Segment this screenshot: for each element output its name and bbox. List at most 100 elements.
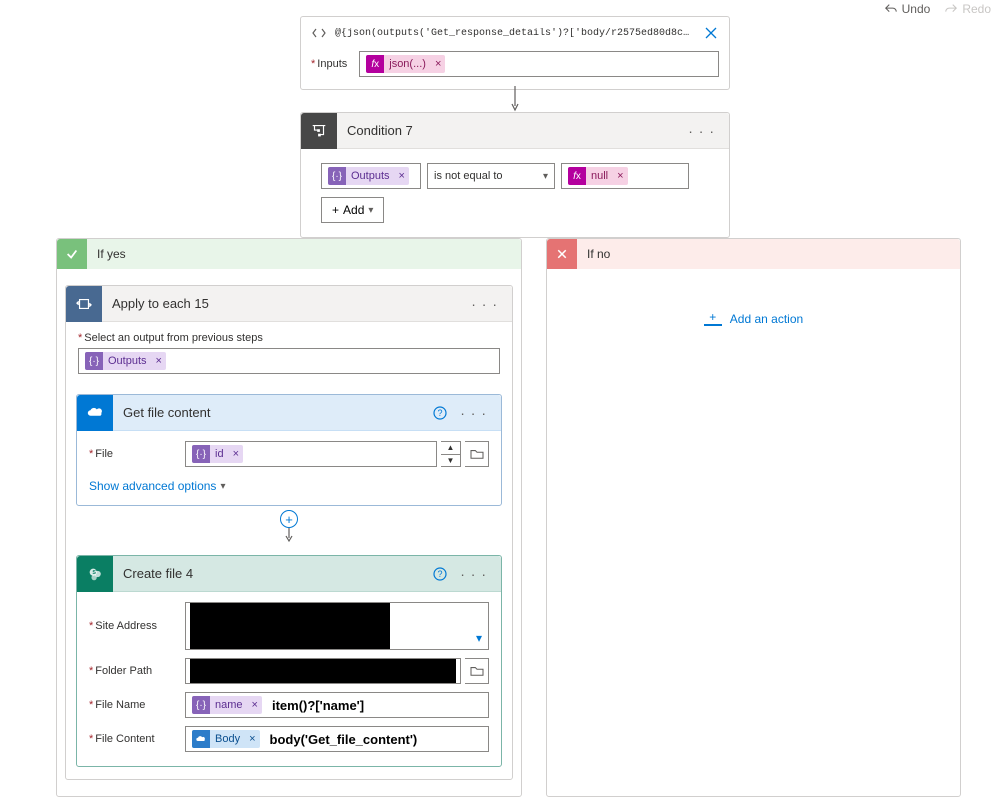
condition-title: Condition 7 <box>347 123 684 138</box>
expression-text: @{json(outputs('Get_response_details')?[… <box>335 28 695 39</box>
site-address-label: *Site Address <box>89 620 175 632</box>
inputs-label: *Inputs <box>311 58 347 70</box>
redo-icon <box>944 2 958 16</box>
folder-picker-icon[interactable] <box>465 658 489 684</box>
token-remove-icon[interactable]: × <box>248 699 262 711</box>
condition-card: Condition 7 · · · {·} Outputs × is not e… <box>300 112 730 238</box>
help-icon[interactable]: ? <box>432 566 448 582</box>
add-action-icon <box>704 312 722 326</box>
close-icon <box>547 239 577 269</box>
check-icon <box>57 239 87 269</box>
add-action-button[interactable]: Add an action <box>704 312 803 326</box>
dynamic-content-icon: {·} <box>192 696 210 714</box>
fx-icon: fx <box>568 167 586 185</box>
add-action-label: Add an action <box>730 312 803 326</box>
chevron-down-icon[interactable]: ▾ <box>476 631 482 645</box>
apply-menu[interactable]: · · · <box>467 296 502 312</box>
create-file-menu[interactable]: · · · <box>456 566 491 582</box>
onedrive-icon <box>192 730 210 748</box>
show-advanced-toggle[interactable]: Show advanced options ▾ <box>89 479 225 499</box>
code-icon <box>311 25 327 41</box>
undo-label: Undo <box>902 2 931 16</box>
connector-arrow-icon <box>286 528 292 545</box>
get-file-title: Get file content <box>123 405 432 420</box>
close-expression-icon[interactable] <box>703 25 719 41</box>
if-no-label: If no <box>587 247 610 261</box>
apply-select-label: *Select an output from previous steps <box>78 332 500 344</box>
condition-header[interactable]: Condition 7 · · · <box>301 113 729 149</box>
plus-icon: + <box>332 203 339 217</box>
file-input[interactable]: {·} id × <box>185 441 437 467</box>
token-remove-icon[interactable]: × <box>229 448 243 460</box>
help-icon[interactable]: ? <box>432 405 448 421</box>
apply-title: Apply to each 15 <box>112 296 467 311</box>
fx-json-token[interactable]: fx json(...) × <box>366 55 445 73</box>
condition-icon <box>301 113 337 149</box>
insert-step-button[interactable]: + <box>280 510 298 528</box>
folder-picker-icon[interactable] <box>465 441 489 467</box>
folder-path-input[interactable] <box>185 658 461 684</box>
body-token[interactable]: Body × <box>192 730 260 748</box>
get-file-header[interactable]: Get file content ? · · · <box>77 395 501 431</box>
create-file-header[interactable]: S Create file 4 ? · · · <box>77 556 501 592</box>
name-token[interactable]: {·} name × <box>192 696 262 714</box>
if-no-branch: If no Add an action <box>546 238 961 797</box>
condition-left-input[interactable]: {·} Outputs × <box>321 163 421 189</box>
site-address-input[interactable]: ▾ <box>185 602 489 650</box>
fx-null-token[interactable]: fx null × <box>568 167 628 185</box>
file-content-input[interactable]: Body × body('Get_file_content') <box>185 726 489 752</box>
create-file-title: Create file 4 <box>123 566 432 581</box>
file-name-expression: item()?['name'] <box>272 698 364 713</box>
compose-card: @{json(outputs('Get_response_details')?[… <box>300 16 730 90</box>
stepper[interactable]: ▲ ▼ <box>441 441 461 467</box>
token-remove-icon[interactable]: × <box>395 170 409 182</box>
chevron-down-icon: ▾ <box>368 205 373 216</box>
sharepoint-icon: S <box>77 556 113 592</box>
token-remove-icon[interactable]: × <box>613 170 627 182</box>
dynamic-content-icon: {·} <box>328 167 346 185</box>
dynamic-content-icon: {·} <box>192 445 210 463</box>
token-remove-icon[interactable]: × <box>245 733 259 745</box>
file-name-input[interactable]: {·} name × item()?['name'] <box>185 692 489 718</box>
redacted-value <box>190 659 456 683</box>
apply-select-input[interactable]: {·} Outputs × <box>78 348 500 374</box>
create-file-card: S Create file 4 ? · · · *Site Address <box>76 555 502 767</box>
insert-step: + <box>76 510 502 545</box>
connector-arrow <box>512 86 518 112</box>
outputs-token[interactable]: {·} Outputs × <box>85 352 166 370</box>
add-condition-button[interactable]: + Add ▾ <box>321 197 384 223</box>
outputs-token[interactable]: {·} Outputs × <box>328 167 409 185</box>
token-remove-icon[interactable]: × <box>152 355 166 367</box>
undo-button[interactable]: Undo <box>884 2 931 16</box>
condition-operator-select[interactable]: is not equal to ▾ <box>427 163 555 189</box>
file-name-label: *File Name <box>89 699 175 711</box>
compose-inputs-field[interactable]: fx json(...) × <box>359 51 719 77</box>
stepper-down[interactable]: ▼ <box>441 455 460 467</box>
token-remove-icon[interactable]: × <box>431 58 445 70</box>
id-token[interactable]: {·} id × <box>192 445 243 463</box>
svg-text:S: S <box>92 570 96 576</box>
operator-value: is not equal to <box>434 170 503 182</box>
top-toolbar: Undo Redo <box>884 2 991 16</box>
stepper-up[interactable]: ▲ <box>441 442 460 455</box>
add-label: Add <box>343 203 364 217</box>
folder-path-label: *Folder Path <box>89 665 175 677</box>
apply-to-each-header[interactable]: Apply to each 15 · · · <box>66 286 512 322</box>
condition-menu[interactable]: · · · <box>684 123 719 139</box>
chevron-down-icon: ▾ <box>220 481 225 492</box>
dynamic-content-icon: {·} <box>85 352 103 370</box>
if-yes-branch: If yes Apply to each 15 · · · *Select an… <box>56 238 522 797</box>
if-yes-label: If yes <box>97 247 126 261</box>
file-content-expression: body('Get_file_content') <box>270 732 418 747</box>
get-file-menu[interactable]: · · · <box>456 405 491 421</box>
undo-icon <box>884 2 898 16</box>
svg-text:?: ? <box>438 408 443 418</box>
fx-icon: fx <box>366 55 384 73</box>
onedrive-icon <box>77 395 113 431</box>
redo-button[interactable]: Redo <box>944 2 991 16</box>
condition-right-input[interactable]: fx null × <box>561 163 689 189</box>
redo-label: Redo <box>962 2 991 16</box>
loop-icon <box>66 286 102 322</box>
redacted-value <box>190 603 390 649</box>
svg-text:?: ? <box>438 569 443 579</box>
